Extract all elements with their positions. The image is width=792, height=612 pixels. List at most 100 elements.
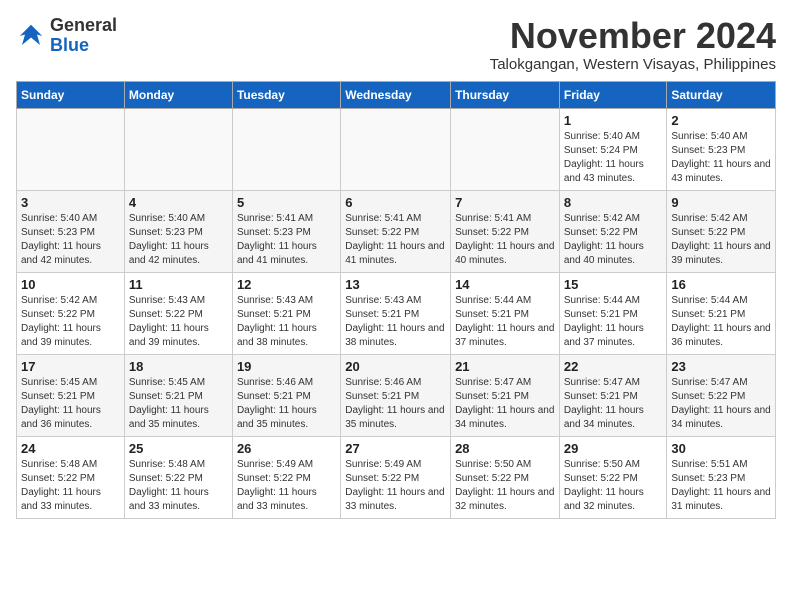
day-number: 8 [564,195,663,210]
day-detail: Sunrise: 5:41 AM Sunset: 5:22 PM Dayligh… [345,212,446,268]
calendar-day-cell: 1 Sunrise: 5:40 AM Sunset: 5:24 PM Daylig… [559,108,667,190]
calendar-day-cell: 5 Sunrise: 5:41 AM Sunset: 5:23 PM Daylig… [232,190,340,272]
weekday-header-monday: Monday [124,81,232,108]
day-number: 5 [237,195,336,210]
calendar-day-cell: 3 Sunrise: 5:40 AM Sunset: 5:23 PM Daylig… [17,190,125,272]
day-detail: Sunrise: 5:44 AM Sunset: 5:21 PM Dayligh… [564,294,663,350]
day-detail: Sunrise: 5:47 AM Sunset: 5:21 PM Dayligh… [455,376,555,432]
day-detail: Sunrise: 5:44 AM Sunset: 5:21 PM Dayligh… [455,294,555,350]
day-number: 18 [129,359,228,374]
calendar-day-cell: 30Sunrise: 5:51 AM Sunset: 5:23 PM Dayli… [667,436,776,518]
day-number: 15 [564,277,663,292]
day-detail: Sunrise: 5:49 AM Sunset: 5:22 PM Dayligh… [237,458,336,514]
calendar-day-cell: 2 Sunrise: 5:40 AM Sunset: 5:23 PM Daylig… [667,108,776,190]
day-number: 29 [564,441,663,456]
logo-blue: Blue [50,35,89,55]
month-title: November 2024 [490,16,776,56]
calendar-day-cell: 7Sunrise: 5:41 AM Sunset: 5:22 PM Daylig… [451,190,560,272]
calendar-day-cell: 13Sunrise: 5:43 AM Sunset: 5:21 PM Dayli… [341,272,451,354]
calendar-day-cell [451,108,560,190]
calendar-day-cell: 15 Sunrise: 5:44 AM Sunset: 5:21 PM Dayli… [559,272,667,354]
calendar-day-cell [232,108,340,190]
calendar-day-cell: 16 Sunrise: 5:44 AM Sunset: 5:21 PM Dayli… [667,272,776,354]
calendar-day-cell: 19 Sunrise: 5:46 AM Sunset: 5:21 PM Dayli… [232,354,340,436]
calendar-day-cell: 14Sunrise: 5:44 AM Sunset: 5:21 PM Dayli… [451,272,560,354]
day-number: 30 [671,441,771,456]
title-area: November 2024 Talokgangan, Western Visay… [490,16,776,73]
weekday-header-friday: Friday [559,81,667,108]
calendar-day-cell: 28 Sunrise: 5:50 AM Sunset: 5:22 PM Dayli… [451,436,560,518]
calendar-day-cell: 4Sunrise: 5:40 AM Sunset: 5:23 PM Daylig… [124,190,232,272]
calendar-day-cell: 9Sunrise: 5:42 AM Sunset: 5:22 PM Daylig… [667,190,776,272]
day-detail: Sunrise: 5:43 AM Sunset: 5:22 PM Dayligh… [129,294,228,350]
weekday-header-wednesday: Wednesday [341,81,451,108]
day-number: 12 [237,277,336,292]
day-detail: Sunrise: 5:49 AM Sunset: 5:22 PM Dayligh… [345,458,446,514]
day-number: 10 [21,277,120,292]
calendar-week-row: 1 Sunrise: 5:40 AM Sunset: 5:24 PM Daylig… [17,108,776,190]
day-number: 28 [455,441,555,456]
day-number: 19 [237,359,336,374]
day-detail: Sunrise: 5:41 AM Sunset: 5:23 PM Dayligh… [237,212,336,268]
day-number: 26 [237,441,336,456]
day-number: 16 [671,277,771,292]
day-detail: Sunrise: 5:40 AM Sunset: 5:24 PM Dayligh… [564,130,663,186]
calendar-week-row: 17Sunrise: 5:45 AM Sunset: 5:21 PM Dayli… [17,354,776,436]
day-number: 20 [345,359,446,374]
day-detail: Sunrise: 5:42 AM Sunset: 5:22 PM Dayligh… [21,294,120,350]
day-detail: Sunrise: 5:46 AM Sunset: 5:21 PM Dayligh… [345,376,446,432]
calendar-day-cell [17,108,125,190]
day-number: 6 [345,195,446,210]
day-number: 3 [21,195,120,210]
calendar-day-cell: 21Sunrise: 5:47 AM Sunset: 5:21 PM Dayli… [451,354,560,436]
calendar-day-cell: 29 Sunrise: 5:50 AM Sunset: 5:22 PM Dayli… [559,436,667,518]
calendar-day-cell: 6 Sunrise: 5:41 AM Sunset: 5:22 PM Daylig… [341,190,451,272]
calendar-day-cell: 26 Sunrise: 5:49 AM Sunset: 5:22 PM Dayli… [232,436,340,518]
calendar-header-row: SundayMondayTuesdayWednesdayThursdayFrid… [17,81,776,108]
weekday-header-saturday: Saturday [667,81,776,108]
day-number: 9 [671,195,771,210]
day-number: 11 [129,277,228,292]
calendar-day-cell: 10 Sunrise: 5:42 AM Sunset: 5:22 PM Dayli… [17,272,125,354]
day-number: 25 [129,441,228,456]
day-detail: Sunrise: 5:46 AM Sunset: 5:21 PM Dayligh… [237,376,336,432]
calendar-day-cell: 8 Sunrise: 5:42 AM Sunset: 5:22 PM Daylig… [559,190,667,272]
calendar-week-row: 24 Sunrise: 5:48 AM Sunset: 5:22 PM Dayli… [17,436,776,518]
calendar-week-row: 3 Sunrise: 5:40 AM Sunset: 5:23 PM Daylig… [17,190,776,272]
day-number: 24 [21,441,120,456]
day-detail: Sunrise: 5:43 AM Sunset: 5:21 PM Dayligh… [237,294,336,350]
day-detail: Sunrise: 5:48 AM Sunset: 5:22 PM Dayligh… [21,458,120,514]
day-detail: Sunrise: 5:50 AM Sunset: 5:22 PM Dayligh… [564,458,663,514]
day-number: 2 [671,113,771,128]
logo-icon [16,21,46,51]
day-detail: Sunrise: 5:47 AM Sunset: 5:22 PM Dayligh… [671,376,771,432]
logo-general: General [50,15,117,35]
day-detail: Sunrise: 5:45 AM Sunset: 5:21 PM Dayligh… [129,376,228,432]
calendar-day-cell: 27Sunrise: 5:49 AM Sunset: 5:22 PM Dayli… [341,436,451,518]
day-detail: Sunrise: 5:47 AM Sunset: 5:21 PM Dayligh… [564,376,663,432]
calendar-day-cell: 11 Sunrise: 5:43 AM Sunset: 5:22 PM Dayli… [124,272,232,354]
calendar-day-cell: 22Sunrise: 5:47 AM Sunset: 5:21 PM Dayli… [559,354,667,436]
day-detail: Sunrise: 5:45 AM Sunset: 5:21 PM Dayligh… [21,376,120,432]
day-detail: Sunrise: 5:40 AM Sunset: 5:23 PM Dayligh… [671,130,771,186]
day-detail: Sunrise: 5:43 AM Sunset: 5:21 PM Dayligh… [345,294,446,350]
calendar-day-cell [124,108,232,190]
day-detail: Sunrise: 5:40 AM Sunset: 5:23 PM Dayligh… [21,212,120,268]
calendar-day-cell: 17Sunrise: 5:45 AM Sunset: 5:21 PM Dayli… [17,354,125,436]
calendar-day-cell: 24 Sunrise: 5:48 AM Sunset: 5:22 PM Dayli… [17,436,125,518]
day-number: 23 [671,359,771,374]
calendar-day-cell: 18 Sunrise: 5:45 AM Sunset: 5:21 PM Dayli… [124,354,232,436]
calendar-day-cell: 25 Sunrise: 5:48 AM Sunset: 5:22 PM Dayli… [124,436,232,518]
calendar-day-cell [341,108,451,190]
day-detail: Sunrise: 5:48 AM Sunset: 5:22 PM Dayligh… [129,458,228,514]
calendar-day-cell: 23 Sunrise: 5:47 AM Sunset: 5:22 PM Dayli… [667,354,776,436]
day-detail: Sunrise: 5:50 AM Sunset: 5:22 PM Dayligh… [455,458,555,514]
day-detail: Sunrise: 5:42 AM Sunset: 5:22 PM Dayligh… [564,212,663,268]
calendar-day-cell: 20 Sunrise: 5:46 AM Sunset: 5:21 PM Dayli… [341,354,451,436]
calendar-week-row: 10 Sunrise: 5:42 AM Sunset: 5:22 PM Dayli… [17,272,776,354]
weekday-header-tuesday: Tuesday [232,81,340,108]
day-detail: Sunrise: 5:44 AM Sunset: 5:21 PM Dayligh… [671,294,771,350]
day-detail: Sunrise: 5:40 AM Sunset: 5:23 PM Dayligh… [129,212,228,268]
day-number: 1 [564,113,663,128]
day-number: 7 [455,195,555,210]
